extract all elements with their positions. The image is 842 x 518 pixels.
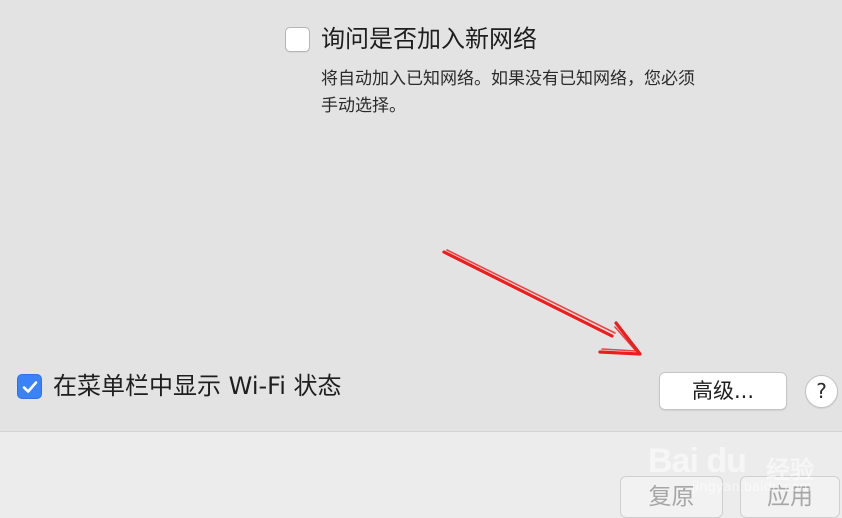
ask-to-join-description: 将自动加入已知网络。如果没有已知网络，您必须 手动选择。 <box>321 66 791 120</box>
revert-button[interactable]: 复原 <box>620 476 723 518</box>
description-line: 将自动加入已知网络。如果没有已知网络，您必须 <box>321 69 695 89</box>
ask-to-join-label[interactable]: 询问是否加入新网络 <box>321 25 537 53</box>
ask-to-join-checkbox[interactable] <box>285 27 310 52</box>
description-line: 手动选择。 <box>321 96 406 116</box>
apply-button[interactable]: 应用 <box>740 476 840 518</box>
help-button[interactable]: ? <box>805 375 838 408</box>
advanced-button[interactable]: 高级... <box>659 372 787 410</box>
checkmark-icon <box>22 381 38 393</box>
network-settings-panel: 询问是否加入新网络 将自动加入已知网络。如果没有已知网络，您必须 手动选择。 在… <box>0 0 842 431</box>
show-wifi-status-checkbox[interactable] <box>17 374 42 399</box>
show-wifi-status-label[interactable]: 在菜单栏中显示 Wi-Fi 状态 <box>53 372 342 400</box>
